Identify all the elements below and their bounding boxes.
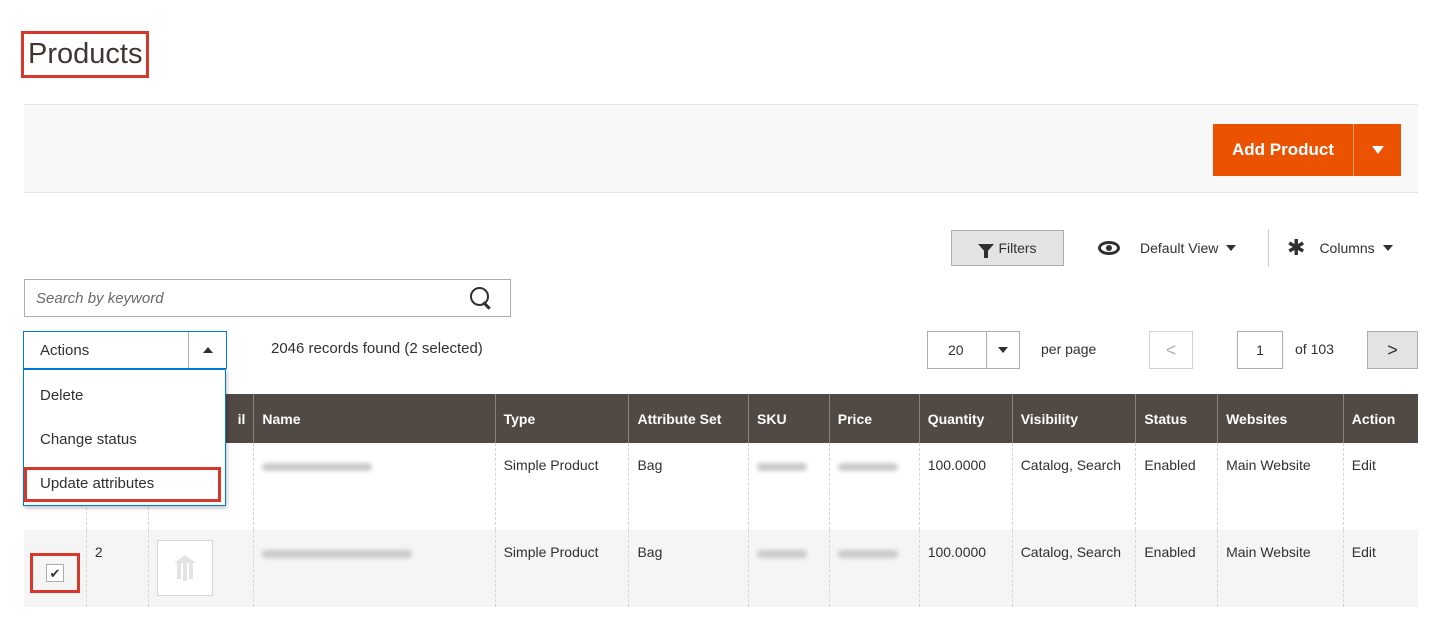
previous-page-button[interactable]: < [1149,331,1193,369]
blurred-sku [757,550,808,558]
row-sku [748,443,830,530]
caret-down-icon [1371,146,1384,154]
filters-label: Filters [998,240,1037,256]
columns-label: Columns [1319,240,1375,256]
blurred-price [837,463,898,471]
header-action: Action [1342,394,1418,443]
row-type: Simple Product [494,443,629,530]
row-type: Simple Product [494,530,629,607]
table-header-row: il Name Type Attribute Set SKU Price Qua… [24,394,1418,443]
row-thumbnail [148,530,254,607]
action-delete[interactable]: Delete [24,370,225,418]
funnel-icon [978,243,995,258]
products-grid: il Name Type Attribute Set SKU Price Qua… [24,394,1418,607]
header-visibility[interactable]: Visibility [1011,394,1136,443]
chevron-right-icon: > [1387,339,1398,360]
row-sku [748,530,830,607]
row-checkbox[interactable]: ✔ [46,564,64,582]
next-page-button[interactable]: > [1367,331,1418,369]
placeholder-logo-icon [174,555,197,581]
row-quantity: 100.0000 [918,530,1013,607]
default-view-dropdown[interactable]: Default View [1098,237,1237,259]
per-page-value: 20 [948,342,964,358]
table-row: 2 Simple Product Bag 100.0000 Catalog, S… [24,530,1418,607]
row-id: 2 [85,530,149,607]
action-update-attributes[interactable]: Update attributes [24,462,225,506]
actions-select[interactable]: Actions [23,331,227,369]
actions-toggle[interactable] [188,332,226,368]
toolbar-divider [1268,229,1269,267]
keyword-search [24,279,511,317]
row-price [828,530,920,607]
header-name[interactable]: Name [253,394,496,443]
header-attribute-set[interactable]: Attribute Set [628,394,749,443]
add-product-split-button: Add Product [1213,124,1401,176]
header-status[interactable]: Status [1135,394,1218,443]
add-product-button[interactable]: Add Product [1213,124,1353,176]
row-status: Enabled [1135,443,1218,530]
row-edit-link[interactable]: Edit [1342,443,1418,530]
caret-up-icon [202,347,213,353]
action-change-status[interactable]: Change status [24,418,225,462]
header-sku[interactable]: SKU [748,394,830,443]
row-price [828,443,920,530]
row-2-checkbox-highlight: ✔ [30,553,80,593]
table-row: Simple Product Bag 100.0000 Catalog, Sea… [24,443,1418,530]
row-attribute-set: Bag [628,443,749,530]
row-name [253,530,496,607]
per-page-select[interactable]: 20 [927,331,1020,369]
caret-down-icon [1226,245,1237,251]
records-count: 2046 records found (2 selected) [271,340,483,357]
header-quantity[interactable]: Quantity [918,394,1013,443]
blurred-price [837,550,898,558]
caret-down-icon [998,347,1008,353]
eye-icon [1098,241,1120,255]
checkmark-icon: ✔ [49,565,61,581]
total-pages: of 103 [1295,341,1334,357]
header-type[interactable]: Type [494,394,629,443]
per-page-toggle[interactable] [986,332,1019,368]
row-visibility: Catalog, Search [1011,530,1136,607]
blurred-name [262,550,413,558]
row-websites: Main Website [1217,443,1344,530]
chevron-left-icon: < [1165,339,1177,360]
row-attribute-set: Bag [628,530,749,607]
default-view-label: Default View [1140,240,1219,256]
per-page-label: per page [1041,341,1097,357]
blurred-name [262,463,373,471]
row-edit-link[interactable]: Edit [1342,530,1418,607]
page-number-input[interactable] [1237,331,1283,369]
row-quantity: 100.0000 [918,443,1013,530]
columns-dropdown[interactable]: ✱ Columns [1287,236,1393,260]
gear-icon: ✱ [1287,235,1306,260]
page-title: Products [20,31,150,78]
row-status: Enabled [1135,530,1218,607]
actions-dropdown-menu: Delete Change status Update attributes [23,369,226,506]
product-thumbnail[interactable] [157,540,214,596]
search-icon[interactable] [464,281,498,315]
add-product-toggle[interactable] [1353,124,1401,176]
page-actions-bar: Add Product [24,105,1418,193]
row-websites: Main Website [1217,530,1344,607]
blurred-sku [757,463,808,471]
caret-down-icon [1382,245,1393,251]
row-visibility: Catalog, Search [1011,443,1136,530]
row-name [253,443,496,530]
search-input[interactable] [25,281,464,315]
header-websites[interactable]: Websites [1217,394,1344,443]
actions-label: Actions [40,341,90,359]
filters-button[interactable]: Filters [951,230,1064,266]
header-price[interactable]: Price [828,394,920,443]
